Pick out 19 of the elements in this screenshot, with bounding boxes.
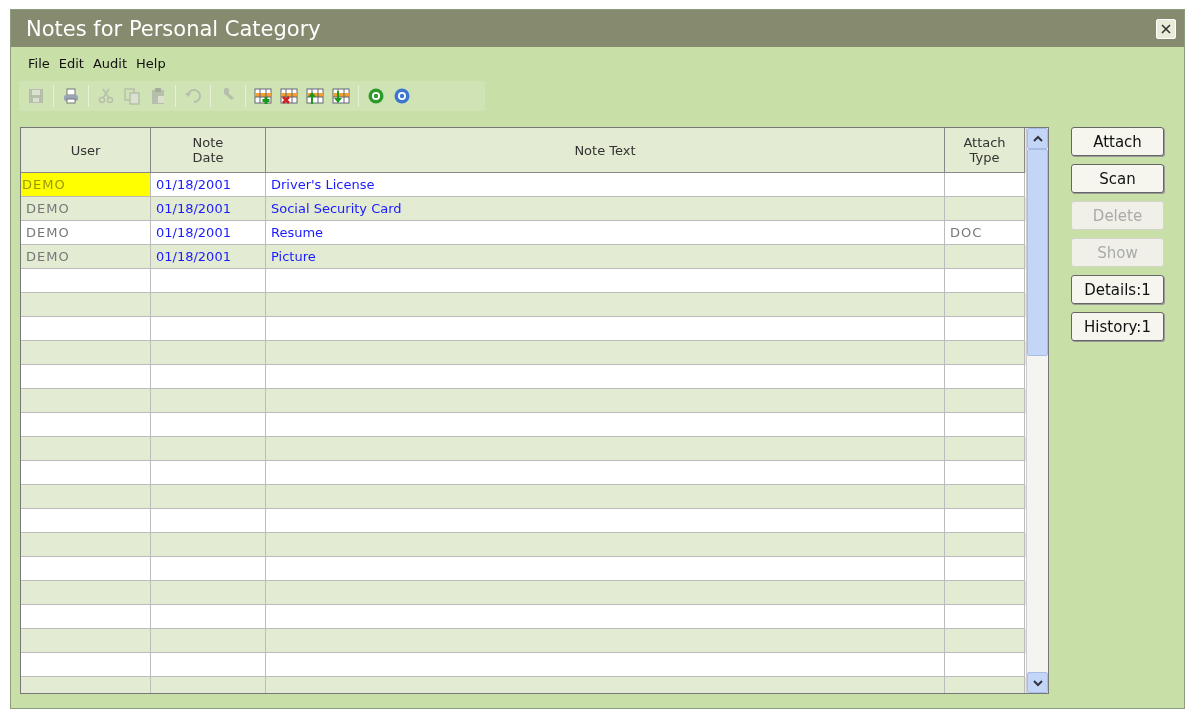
scroll-up-button[interactable]: [1027, 128, 1048, 149]
menu-item[interactable]: Audit: [92, 56, 128, 76]
vertical-scrollbar[interactable]: [1026, 128, 1048, 693]
menu-item[interactable]: Edit: [58, 56, 84, 76]
add-row-icon[interactable]: [252, 85, 274, 107]
action-button[interactable]: Details:1: [1071, 275, 1164, 304]
scroll-thumb[interactable]: [1027, 149, 1048, 356]
menu-item[interactable]: Help: [136, 56, 166, 76]
caret-up-icon[interactable]: [1031, 134, 1044, 143]
action-button[interactable]: Scan: [1071, 164, 1164, 193]
menu-item[interactable]: File: [28, 56, 50, 76]
scroll-down-button[interactable]: [1027, 672, 1048, 693]
action-button[interactable]: Attach: [1071, 127, 1164, 156]
move-down-icon[interactable]: [330, 85, 352, 107]
move-up-icon[interactable]: [304, 85, 326, 107]
caret-down-icon[interactable]: [1031, 678, 1044, 687]
delete-row-icon[interactable]: [278, 85, 300, 107]
window-title: Notes for Personal Category: [26, 16, 321, 41]
action-button[interactable]: History:1: [1071, 312, 1164, 341]
